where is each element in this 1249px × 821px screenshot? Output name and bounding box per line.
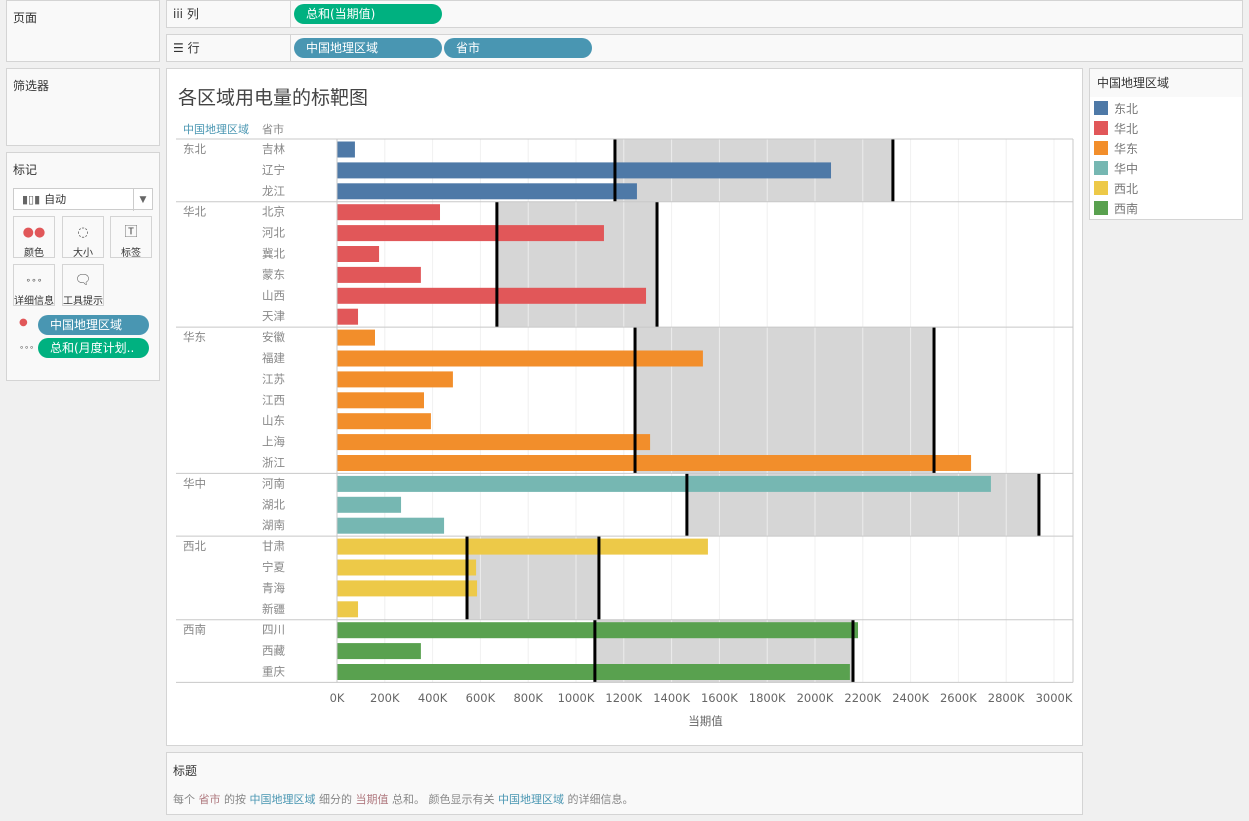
row-header-region: 中国地理区域	[183, 123, 249, 136]
province-label: 山西	[262, 288, 285, 302]
province-label: 北京	[262, 205, 285, 219]
region-label: 西北	[183, 539, 206, 553]
x-tick-label: 3000K	[1036, 691, 1073, 705]
region-label: 东北	[183, 142, 206, 156]
x-tick-label: 800K	[513, 691, 543, 705]
bar-四川	[337, 622, 859, 639]
bar-上海	[337, 434, 651, 451]
province-label: 天津	[262, 309, 285, 323]
province-label: 辽宁	[262, 163, 285, 177]
province-label: 山东	[262, 414, 285, 428]
x-tick-label: 1800K	[749, 691, 786, 705]
province-label: 冀北	[262, 247, 285, 261]
province-label: 福建	[262, 351, 285, 365]
reference-band	[496, 201, 658, 328]
province-label: 蒙东	[262, 267, 285, 281]
province-label: 吉林	[262, 142, 285, 156]
province-label: 龙江	[262, 184, 285, 198]
x-tick-label: 1600K	[701, 691, 738, 705]
x-tick-label: 400K	[418, 691, 448, 705]
bar-河南	[337, 475, 991, 492]
province-label: 浙江	[262, 456, 285, 470]
province-label: 上海	[262, 435, 285, 449]
bar-冀北	[337, 246, 380, 262]
bar-蒙东	[337, 266, 421, 283]
province-label: 安徽	[262, 330, 285, 344]
bar-北京	[337, 204, 441, 221]
bar-江西	[337, 392, 424, 409]
bar-江苏	[337, 371, 453, 388]
province-label: 宁夏	[262, 560, 285, 574]
bar-吉林	[337, 141, 355, 158]
province-label: 湖北	[262, 497, 285, 511]
region-label: 华中	[183, 476, 206, 490]
bar-山西	[337, 287, 647, 304]
x-tick-label: 2000K	[797, 691, 834, 705]
region-label: 西南	[183, 623, 206, 637]
bar-甘肃	[337, 538, 708, 555]
x-tick-label: 2600K	[940, 691, 977, 705]
bar-安徽	[337, 329, 376, 346]
region-label: 华东	[183, 330, 206, 344]
x-tick-label: 2200K	[844, 691, 881, 705]
bar-湖北	[337, 496, 402, 513]
province-label: 重庆	[262, 665, 285, 679]
x-tick-label: 0K	[330, 691, 345, 705]
x-tick-label: 600K	[466, 691, 496, 705]
x-tick-label: 1400K	[653, 691, 690, 705]
province-label: 河北	[262, 226, 285, 240]
bullet-chart: 中国地理区域 省市 0K 200K 400K 600K 800K 1000K 1200K 1400…	[176, 122, 1074, 728]
bar-宁夏	[337, 559, 477, 576]
province-label: 四川	[262, 623, 285, 637]
province-label: 青海	[262, 581, 285, 595]
bar-福建	[337, 350, 703, 367]
province-label: 江西	[262, 393, 285, 407]
x-tick-label: 200K	[370, 691, 400, 705]
province-label: 湖南	[262, 518, 285, 532]
x-tick-label: 1000K	[558, 691, 595, 705]
bar-湖南	[337, 517, 445, 534]
x-tick-label: 2800K	[988, 691, 1025, 705]
bar-西藏	[337, 643, 421, 660]
bar-龙江	[337, 183, 637, 200]
bar-河北	[337, 225, 604, 242]
reference-band	[635, 327, 935, 474]
x-axis-title: 当期值	[688, 714, 723, 728]
province-label: 河南	[262, 476, 285, 490]
row-header-province: 省市	[262, 122, 284, 136]
x-tick-label: 2400K	[892, 691, 929, 705]
region-label: 华北	[183, 205, 206, 219]
province-label: 江苏	[262, 372, 285, 386]
province-label: 新疆	[262, 602, 285, 616]
bar-新疆	[337, 601, 359, 618]
bar-天津	[337, 308, 359, 325]
x-tick-label: 1200K	[605, 691, 642, 705]
bar-山东	[337, 413, 431, 430]
bar-浙江	[337, 455, 972, 471]
bar-青海	[337, 580, 478, 597]
bar-辽宁	[337, 162, 832, 179]
province-label: 西藏	[262, 644, 285, 658]
province-label: 甘肃	[262, 539, 285, 553]
